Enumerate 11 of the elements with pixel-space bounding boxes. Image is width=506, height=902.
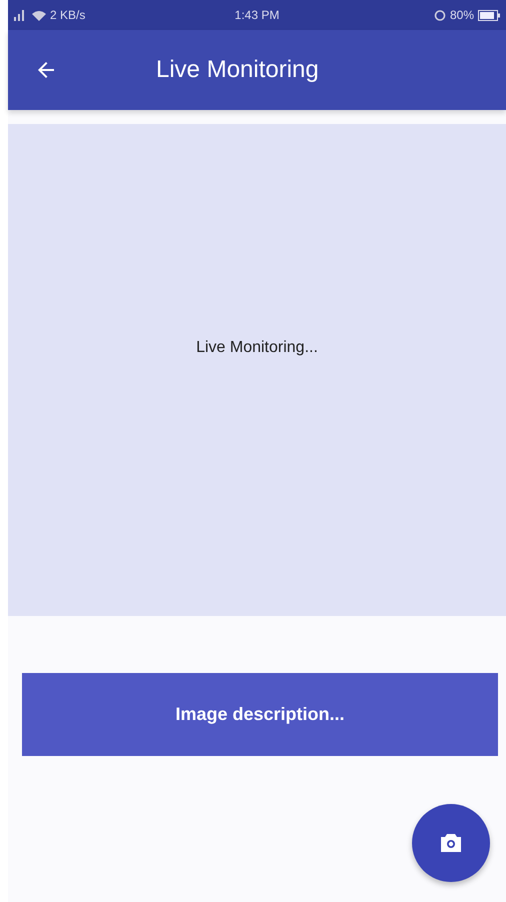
image-description-button[interactable]: Image description...: [22, 673, 498, 756]
battery-percent: 80%: [450, 8, 474, 22]
alarm-icon: [434, 9, 446, 21]
monitor-status: Live Monitoring...: [196, 339, 318, 357]
wifi-icon: [32, 10, 46, 20]
network-speed: 2 KB/s: [50, 8, 86, 22]
status-time: 1:43 PM: [234, 8, 280, 22]
camera-button[interactable]: [412, 804, 490, 882]
page-title: Live Monitoring: [156, 56, 319, 84]
camera-icon: [440, 833, 462, 853]
battery-icon: [478, 10, 500, 20]
